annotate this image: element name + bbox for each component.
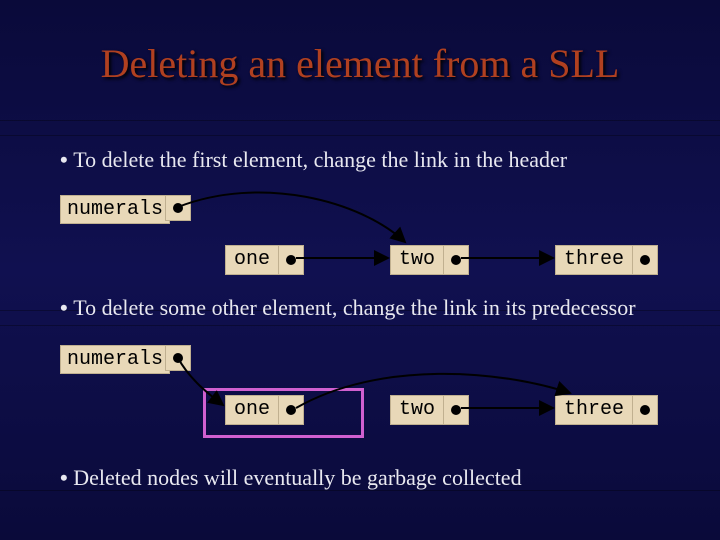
node-link	[444, 246, 468, 274]
bullet-1: To delete the first element, change the …	[60, 147, 567, 173]
node-three-diagram1: three	[555, 245, 658, 275]
node-value: one	[226, 246, 279, 274]
header-label-2: numerals	[60, 345, 170, 374]
node-one-diagram1: one	[225, 245, 304, 275]
header-label-1: numerals	[60, 195, 170, 224]
node-two-diagram1: two	[390, 245, 469, 275]
node-value: one	[226, 396, 279, 424]
header-pointer-2	[165, 345, 191, 371]
node-link	[633, 246, 657, 274]
node-value: two	[391, 396, 444, 424]
node-link	[279, 246, 303, 274]
node-link	[444, 396, 468, 424]
node-value: three	[556, 396, 633, 424]
node-value: two	[391, 246, 444, 274]
bullet-2: To delete some other element, change the…	[60, 295, 636, 321]
node-link	[279, 396, 303, 424]
arrow	[178, 192, 405, 242]
node-one-diagram2: one	[225, 395, 304, 425]
node-value: three	[556, 246, 633, 274]
bullet-3: Deleted nodes will eventually be garbage…	[60, 465, 522, 491]
node-two-diagram2: two	[390, 395, 469, 425]
node-three-diagram2: three	[555, 395, 658, 425]
header-pointer-1	[165, 195, 191, 221]
slide-title: Deleting an element from a SLL	[0, 40, 720, 87]
node-link	[633, 396, 657, 424]
